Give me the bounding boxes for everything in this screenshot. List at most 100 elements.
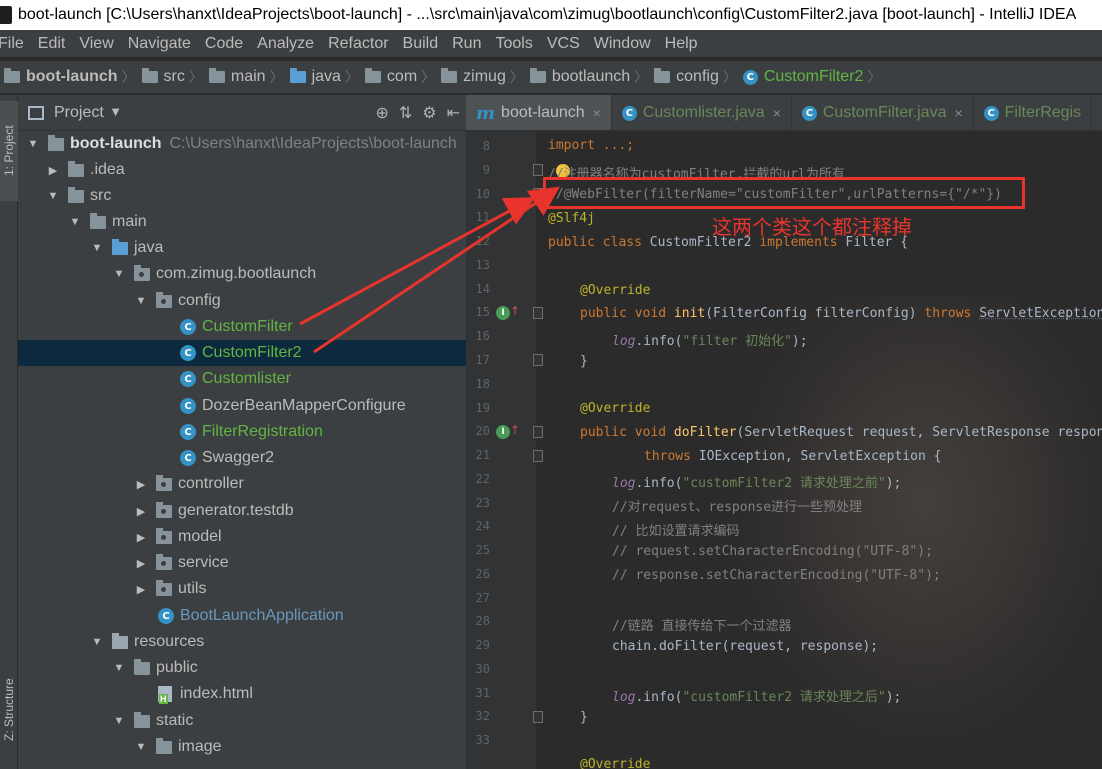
tree-item-static[interactable]: ▼ static xyxy=(18,708,466,734)
package-icon xyxy=(156,501,172,518)
menu-refactor[interactable]: Refactor xyxy=(328,35,388,53)
tree-item-main[interactable]: ▼ main xyxy=(18,209,466,235)
menu-navigate[interactable]: Navigate xyxy=(128,35,191,53)
expand-arrow-icon[interactable]: ▼ xyxy=(46,190,60,202)
tree-item-boot-launch[interactable]: ▼ boot-launch C:\Users\hanxt\IdeaProject… xyxy=(18,131,466,157)
breadcrumb-item-java[interactable]: java 〉 xyxy=(289,67,365,87)
code-line-19: @Override xyxy=(580,401,651,416)
tree-item-customlister[interactable]: C Customlister xyxy=(18,366,466,392)
tree-item-model[interactable]: ▶ model xyxy=(18,524,466,550)
fold-marker-icon[interactable] xyxy=(533,188,543,200)
menu-run[interactable]: Run xyxy=(452,35,481,53)
tab-boot-launch[interactable]: m boot-launch × xyxy=(466,95,612,130)
tree-item-resources[interactable]: ▼ resources xyxy=(18,629,466,655)
tab-customlister[interactable]: C Customlister.java × xyxy=(612,95,792,130)
menu-window[interactable]: Window xyxy=(594,35,651,53)
menu-help[interactable]: Help xyxy=(665,35,698,53)
tree-item-controller[interactable]: ▶ controller xyxy=(18,471,466,497)
fold-marker-icon[interactable] xyxy=(533,426,543,438)
fold-marker-icon[interactable] xyxy=(533,711,543,723)
line-number: 33 xyxy=(475,733,490,747)
expand-arrow-icon[interactable]: ▼ xyxy=(112,268,126,280)
tab-customfilter[interactable]: C CustomFilter.java × xyxy=(792,95,974,130)
package-icon xyxy=(364,68,381,83)
chevron-down-icon[interactable]: ▼ xyxy=(112,107,120,118)
tree-item-utils[interactable]: ▶ utils xyxy=(18,576,466,602)
menu-vcs[interactable]: VCS xyxy=(547,35,580,53)
collapse-arrow-icon[interactable]: ▶ xyxy=(134,478,148,491)
collapse-arrow-icon[interactable]: ▶ xyxy=(134,583,148,596)
menu-edit[interactable]: Edit xyxy=(38,35,66,53)
close-icon[interactable]: × xyxy=(954,105,962,121)
project-panel-header: Project ▼ ⊕ ⇅ ⚙ ⇤ xyxy=(18,95,466,131)
expand-arrow-icon[interactable]: ▼ xyxy=(112,662,126,674)
structure-tool-button[interactable]: Z: Structure xyxy=(0,655,18,765)
breadcrumb-item-bootlaunch[interactable]: bootlaunch 〉 xyxy=(529,67,654,87)
line-number: 29 xyxy=(475,638,490,652)
hide-panel-icon[interactable]: ⇤ xyxy=(447,103,460,122)
folder-icon xyxy=(4,68,20,83)
collapse-arrow-icon[interactable]: ▶ xyxy=(134,531,148,544)
tree-item-idea[interactable]: ▶ .idea xyxy=(18,157,466,183)
maven-icon: m xyxy=(476,102,496,124)
fold-marker-icon[interactable] xyxy=(533,450,543,462)
line-number: 30 xyxy=(475,662,490,676)
breadcrumb-item-config[interactable]: config 〉 xyxy=(654,67,743,87)
menu-tools[interactable]: Tools xyxy=(495,35,532,53)
collapse-arrow-icon[interactable]: ▶ xyxy=(134,557,148,570)
collapse-all-icon[interactable]: ⇅ xyxy=(399,103,412,122)
tree-item-src[interactable]: ▼ src xyxy=(18,183,466,209)
expand-arrow-icon[interactable]: ▼ xyxy=(90,636,104,648)
fold-marker-icon[interactable] xyxy=(533,307,543,319)
class-icon: C xyxy=(180,371,196,387)
code-line-15: public void init(FilterConfig filterConf… xyxy=(580,306,1102,321)
breadcrumb-item-customfilter2[interactable]: C CustomFilter2 〉 xyxy=(742,67,888,87)
breadcrumb-item-zimug[interactable]: zimug 〉 xyxy=(441,67,530,87)
tree-item-customfilter[interactable]: C CustomFilter xyxy=(18,314,466,340)
tree-item-index-html[interactable]: index.html xyxy=(18,681,466,707)
close-icon[interactable]: × xyxy=(773,105,781,121)
menu-file[interactable]: File xyxy=(0,35,24,53)
tree-item-service[interactable]: ▶ service xyxy=(18,550,466,576)
menu-view[interactable]: View xyxy=(79,35,113,53)
close-icon[interactable]: × xyxy=(593,105,601,121)
project-tool-button[interactable]: 1: Project xyxy=(0,101,18,201)
tree-item-dozerbeanmapperconfigure[interactable]: C DozerBeanMapperConfigure xyxy=(18,393,466,419)
tree-item-bootlaunchapplication[interactable]: C BootLaunchApplication xyxy=(18,603,466,629)
tree-item-public[interactable]: ▼ public xyxy=(18,655,466,681)
collapse-arrow-icon[interactable]: ▶ xyxy=(46,164,60,177)
code-line-32: } xyxy=(580,710,588,725)
breadcrumb-item-com[interactable]: com 〉 xyxy=(364,67,441,87)
implements-method-icon[interactable]: I xyxy=(496,425,510,439)
breadcrumb-item-boot-launch[interactable]: boot-launch 〉 xyxy=(4,67,142,87)
project-view-icon xyxy=(28,105,44,120)
collapse-arrow-icon[interactable]: ▶ xyxy=(134,505,148,518)
breadcrumb-item-src[interactable]: src 〉 xyxy=(141,67,209,87)
line-number: 11 xyxy=(475,210,490,224)
expand-arrow-icon[interactable]: ▼ xyxy=(90,242,104,254)
tab-filterregistration[interactable]: C FilterRegis xyxy=(974,95,1093,130)
expand-arrow-icon[interactable]: ▼ xyxy=(26,138,40,150)
project-view-selector[interactable]: Project xyxy=(54,104,104,122)
expand-arrow-icon[interactable]: ▼ xyxy=(112,715,126,727)
menu-analyze[interactable]: Analyze xyxy=(257,35,314,53)
tree-item-image[interactable]: ▼ image xyxy=(18,734,466,760)
fold-marker-icon[interactable] xyxy=(533,164,543,176)
tree-item-config[interactable]: ▼ config xyxy=(18,288,466,314)
gear-icon[interactable]: ⚙ xyxy=(422,103,436,122)
expand-arrow-icon[interactable]: ▼ xyxy=(134,741,148,753)
breadcrumb-item-main[interactable]: main 〉 xyxy=(208,67,290,87)
expand-arrow-icon[interactable]: ▼ xyxy=(134,295,148,307)
implements-method-icon[interactable]: I xyxy=(496,306,510,320)
menu-code[interactable]: Code xyxy=(205,35,243,53)
menu-build[interactable]: Build xyxy=(403,35,439,53)
tree-item-com-zimug-bootlaunch[interactable]: ▼ com.zimug.bootlaunch xyxy=(18,261,466,287)
fold-marker-icon[interactable] xyxy=(533,354,543,366)
tree-item-customfilter2[interactable]: C CustomFilter2 xyxy=(18,340,466,366)
expand-arrow-icon[interactable]: ▼ xyxy=(68,216,82,228)
tree-item-generator-testdb[interactable]: ▶ generator.testdb xyxy=(18,498,466,524)
tree-item-java[interactable]: ▼ java xyxy=(18,235,466,261)
tree-item-filterregistration[interactable]: C FilterRegistration xyxy=(18,419,466,445)
tree-item-swagger2[interactable]: C Swagger2 xyxy=(18,445,466,471)
locate-icon[interactable]: ⊕ xyxy=(375,103,388,122)
